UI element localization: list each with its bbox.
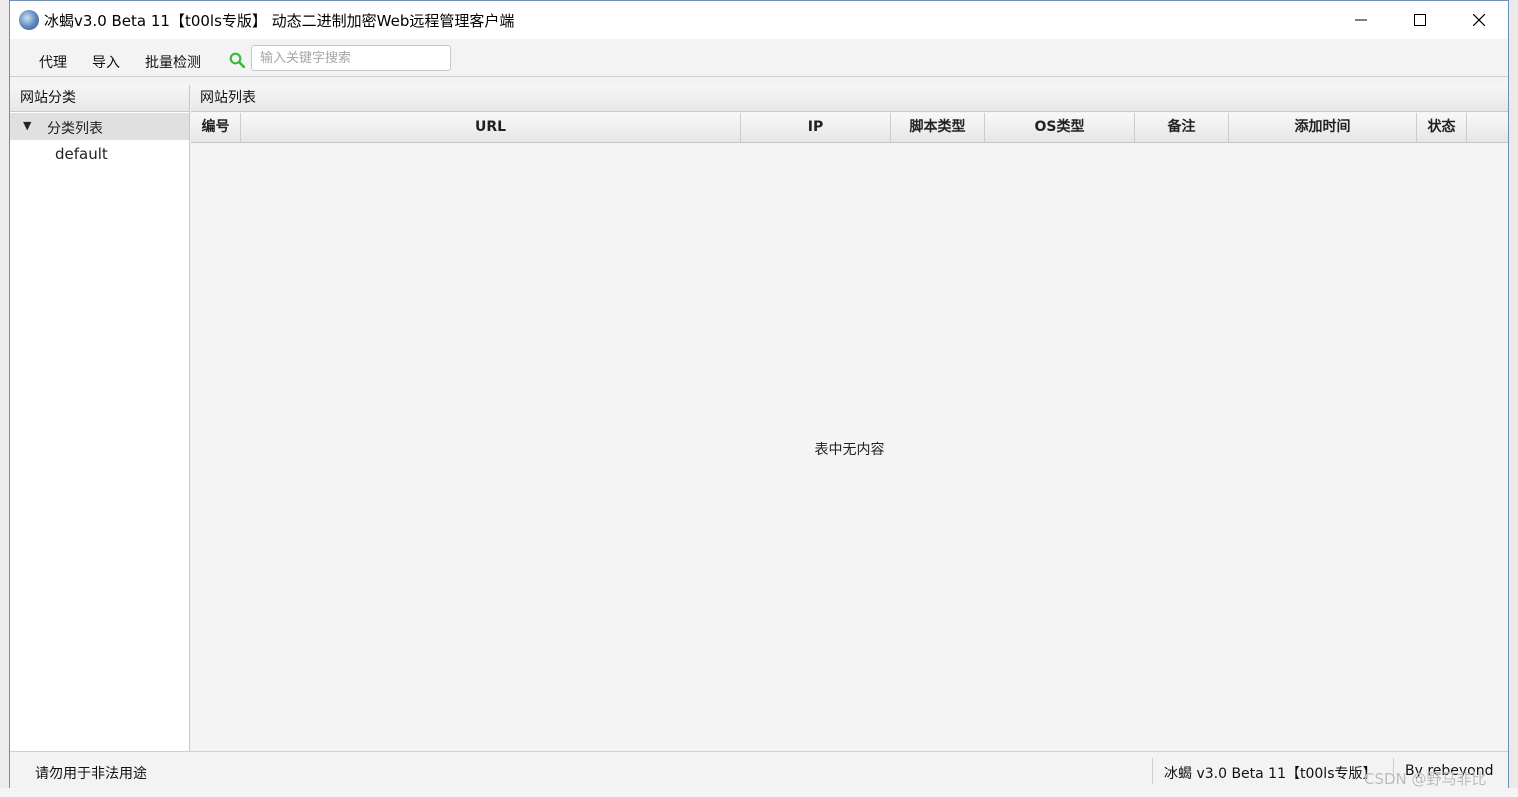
table-header: 编号 URL IP 脚本类型 OS类型 备注 添加时间 状态 bbox=[191, 113, 1508, 143]
search-icon[interactable] bbox=[229, 52, 245, 68]
close-icon bbox=[1473, 14, 1485, 26]
tree-root-item[interactable]: ▼ 分类列表 bbox=[10, 113, 189, 140]
tree-root-label: 分类列表 bbox=[47, 121, 103, 137]
column-status[interactable]: 状态 bbox=[1417, 113, 1467, 142]
watermark: CSDN @野马非比 bbox=[1364, 770, 1487, 788]
expand-arrow-icon[interactable]: ▼ bbox=[23, 119, 31, 132]
column-remark[interactable]: 备注 bbox=[1135, 113, 1229, 142]
menu-batch-check[interactable]: 批量检测 bbox=[145, 52, 201, 72]
maximize-icon bbox=[1414, 14, 1426, 26]
search-input[interactable] bbox=[251, 45, 451, 71]
tree-item-default[interactable]: default bbox=[55, 145, 108, 163]
site-list-header: 网站列表 bbox=[191, 85, 1508, 112]
toolbar: 代理 导入 批量检测 bbox=[10, 39, 1508, 77]
minimize-button[interactable] bbox=[1332, 1, 1390, 39]
maximize-button[interactable] bbox=[1391, 1, 1449, 39]
site-list-panel: 网站列表 编号 URL IP 脚本类型 OS类型 备注 添加时间 状态 表中无内… bbox=[191, 85, 1508, 751]
status-bar: 请勿用于非法用途 冰蝎 v3.0 Beta 11【t00ls专版】 By reb… bbox=[10, 751, 1508, 788]
table-empty-placeholder: 表中无内容 bbox=[814, 442, 885, 458]
title-bar[interactable]: 冰蝎v3.0 Beta 11【t00ls专版】 动态二进制加密Web远程管理客户… bbox=[10, 1, 1508, 39]
column-id[interactable]: 编号 bbox=[191, 113, 241, 142]
menu-proxy[interactable]: 代理 bbox=[39, 52, 67, 72]
status-divider bbox=[1152, 758, 1153, 784]
column-ip[interactable]: IP bbox=[741, 113, 891, 142]
app-window: 冰蝎v3.0 Beta 11【t00ls专版】 动态二进制加密Web远程管理客户… bbox=[9, 0, 1509, 788]
column-added-time[interactable]: 添加时间 bbox=[1229, 113, 1417, 142]
window-title: 冰蝎v3.0 Beta 11【t00ls专版】 动态二进制加密Web远程管理客户… bbox=[44, 12, 515, 30]
column-url[interactable]: URL bbox=[241, 113, 741, 142]
column-script-type[interactable]: 脚本类型 bbox=[891, 113, 985, 142]
minimize-icon bbox=[1355, 19, 1367, 21]
category-panel-header: 网站分类 bbox=[10, 85, 189, 112]
close-button[interactable] bbox=[1450, 1, 1508, 39]
background-window-fragment-bottom bbox=[0, 788, 1518, 797]
app-logo-icon bbox=[19, 10, 39, 30]
category-panel: 网站分类 ▼ 分类列表 default bbox=[10, 85, 190, 751]
menu-import[interactable]: 导入 bbox=[92, 52, 120, 72]
column-os-type[interactable]: OS类型 bbox=[985, 113, 1135, 142]
status-version: 冰蝎 v3.0 Beta 11【t00ls专版】 bbox=[1164, 766, 1377, 782]
status-notice: 请勿用于非法用途 bbox=[35, 766, 147, 782]
